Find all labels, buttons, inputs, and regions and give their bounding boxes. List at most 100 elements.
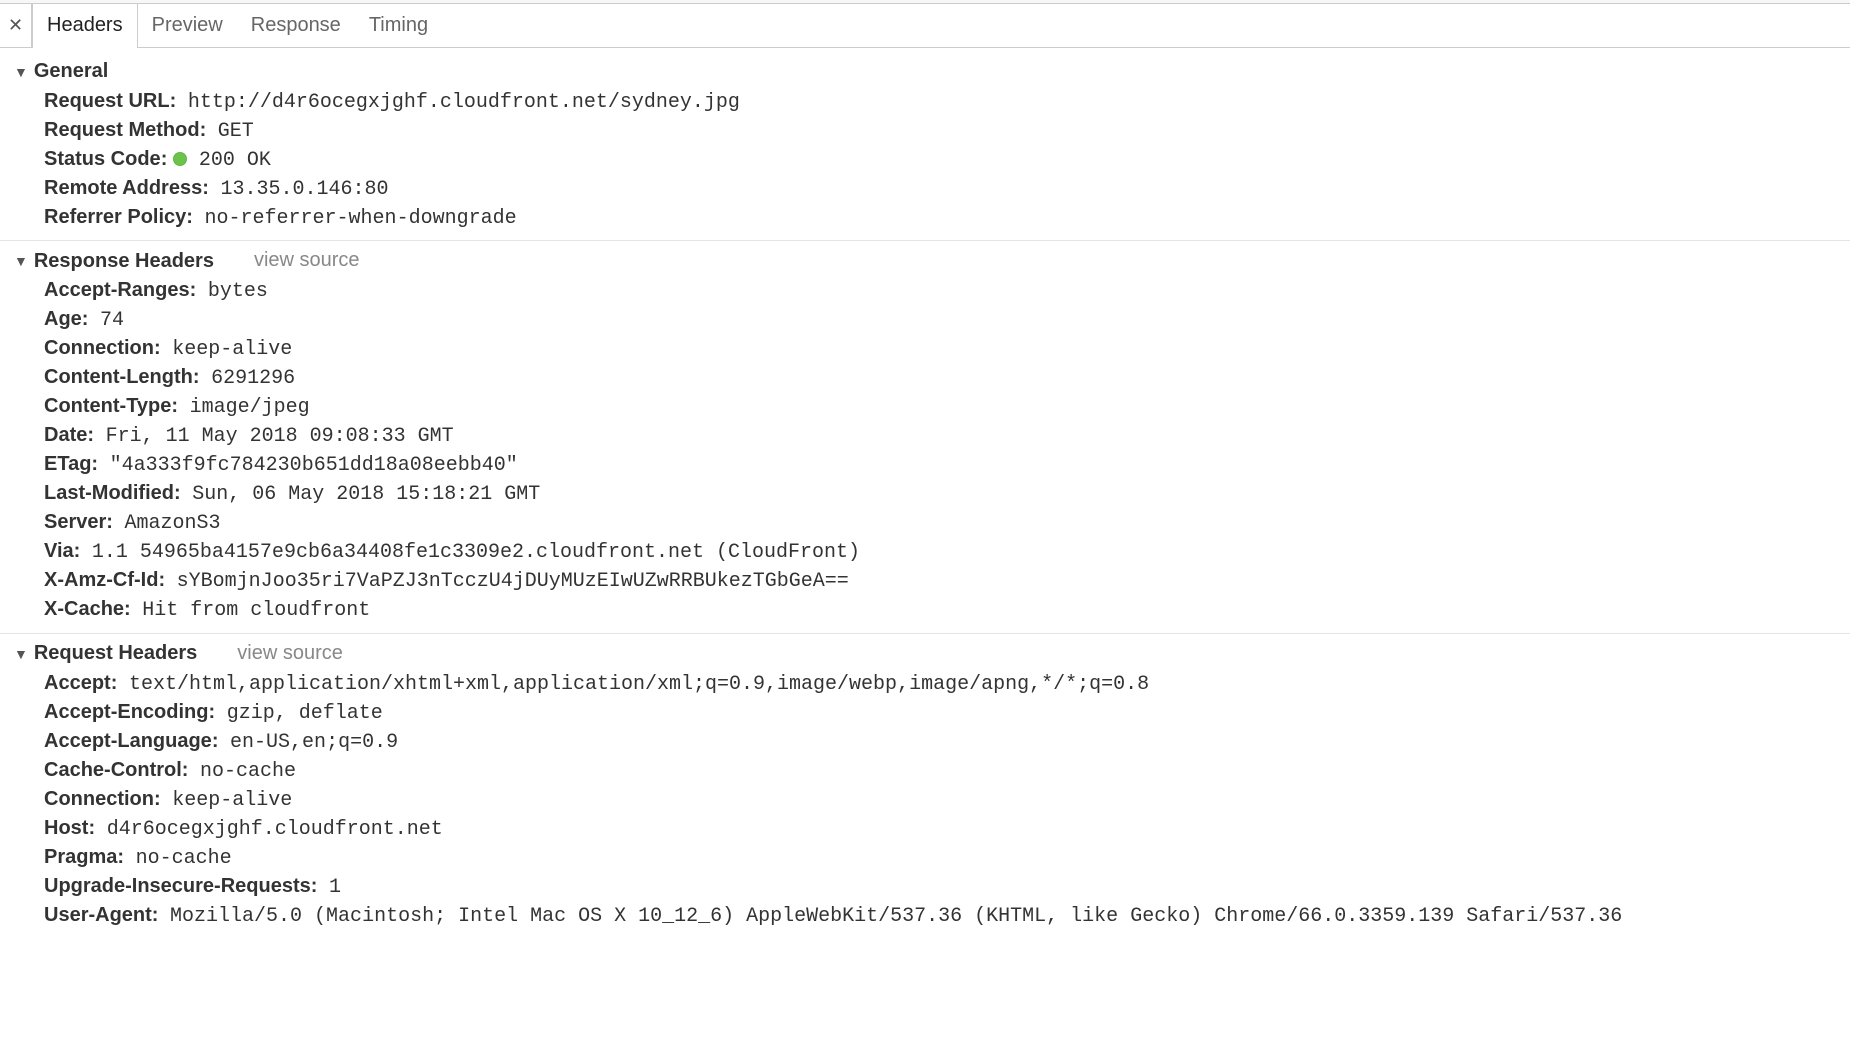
tab-headers[interactable]: Headers bbox=[32, 4, 138, 47]
header-value: Fri, 11 May 2018 09:08:33 GMT bbox=[106, 425, 454, 448]
header-label: Content-Type bbox=[44, 395, 178, 417]
header-label: Accept bbox=[44, 672, 117, 694]
header-row: User-Agent Mozilla/5.0 (Macintosh; Intel… bbox=[44, 901, 1850, 930]
header-value: "4a333f9fc784230b651dd18a08eebb40" bbox=[110, 454, 518, 477]
header-row: Status Code 200 OK bbox=[44, 145, 1850, 174]
header-label: X-Cache bbox=[44, 598, 131, 620]
header-label: Remote Address bbox=[44, 177, 209, 199]
header-label: Content-Length bbox=[44, 366, 200, 388]
header-value: en-US,en;q=0.9 bbox=[230, 731, 398, 754]
tab-timing[interactable]: Timing bbox=[355, 4, 442, 47]
section-header-general[interactable]: ▼ General bbox=[0, 58, 1850, 87]
header-row: Content-Type image/jpeg bbox=[44, 393, 1850, 422]
header-value: Hit from cloudfront bbox=[142, 599, 370, 622]
view-source-link[interactable]: view source bbox=[254, 249, 360, 272]
header-value: d4r6ocegxjghf.cloudfront.net bbox=[107, 818, 443, 841]
header-value: Mozilla/5.0 (Macintosh; Intel Mac OS X 1… bbox=[170, 905, 1622, 928]
header-row: Accept-Encoding gzip, deflate bbox=[44, 698, 1850, 727]
header-label: Host bbox=[44, 817, 95, 839]
section-header-request-headers[interactable]: ▼ Request Headers view source bbox=[0, 640, 1850, 670]
header-value: 1 bbox=[329, 876, 341, 899]
header-row: Last-Modified Sun, 06 May 2018 15:18:21 … bbox=[44, 480, 1850, 509]
header-value: AmazonS3 bbox=[125, 512, 221, 535]
header-row: Accept text/html,application/xhtml+xml,a… bbox=[44, 669, 1850, 698]
header-value: text/html,application/xhtml+xml,applicat… bbox=[129, 673, 1149, 696]
disclosure-triangle-icon: ▼ bbox=[14, 646, 28, 662]
header-label: Age bbox=[44, 308, 88, 330]
status-dot-icon bbox=[173, 152, 187, 166]
header-label: Upgrade-Insecure-Requests bbox=[44, 875, 317, 897]
header-value: keep-alive bbox=[172, 338, 292, 361]
header-row: Remote Address 13.35.0.146:80 bbox=[44, 174, 1850, 203]
header-row: Referrer Policy no-referrer-when-downgra… bbox=[44, 203, 1850, 232]
section-response-headers: ▼ Response Headers view source Accept-Ra… bbox=[0, 241, 1850, 634]
tab-bar: ✕ Headers Preview Response Timing bbox=[0, 4, 1850, 48]
header-value: bytes bbox=[208, 280, 268, 303]
header-row: Request Method GET bbox=[44, 116, 1850, 145]
header-label: Cache-Control bbox=[44, 759, 188, 781]
header-row: Upgrade-Insecure-Requests 1 bbox=[44, 872, 1850, 901]
header-value: no-referrer-when-downgrade bbox=[205, 207, 517, 230]
header-row: Accept-Language en-US,en;q=0.9 bbox=[44, 727, 1850, 756]
header-label: Last-Modified bbox=[44, 482, 181, 504]
header-value: gzip, deflate bbox=[227, 702, 383, 725]
header-label: Accept-Encoding bbox=[44, 701, 215, 723]
kv-list-response-headers: Accept-Ranges bytesAge 74Connection keep… bbox=[0, 277, 1850, 625]
close-icon[interactable]: ✕ bbox=[0, 4, 32, 47]
section-header-response-headers[interactable]: ▼ Response Headers view source bbox=[0, 247, 1850, 277]
headers-content: ▼ General Request URL http://d4r6ocegxjg… bbox=[0, 48, 1850, 948]
section-title-text: Response Headers bbox=[34, 250, 214, 273]
header-row: Age 74 bbox=[44, 306, 1850, 335]
header-row: Cache-Control no-cache bbox=[44, 756, 1850, 785]
header-row: Via 1.1 54965ba4157e9cb6a34408fe1c3309e2… bbox=[44, 538, 1850, 567]
disclosure-triangle-icon: ▼ bbox=[14, 64, 28, 80]
header-row: Server AmazonS3 bbox=[44, 509, 1850, 538]
header-label: Server bbox=[44, 511, 113, 533]
header-label: Date bbox=[44, 424, 94, 446]
header-label: Status Code bbox=[44, 148, 167, 170]
header-row: Content-Length 6291296 bbox=[44, 364, 1850, 393]
section-request-headers: ▼ Request Headers view source Accept tex… bbox=[0, 634, 1850, 939]
header-value: GET bbox=[218, 120, 254, 143]
header-label: Connection bbox=[44, 788, 161, 810]
header-value: 200 OK bbox=[199, 149, 271, 172]
header-row: Host d4r6ocegxjghf.cloudfront.net bbox=[44, 814, 1850, 843]
header-label: Accept-Language bbox=[44, 730, 218, 752]
header-row: Pragma no-cache bbox=[44, 843, 1850, 872]
header-value: no-cache bbox=[136, 847, 232, 870]
section-title-text: General bbox=[34, 60, 108, 83]
header-row: Accept-Ranges bytes bbox=[44, 277, 1850, 306]
header-value: no-cache bbox=[200, 760, 296, 783]
header-label: ETag bbox=[44, 453, 98, 475]
header-row: Connection keep-alive bbox=[44, 785, 1850, 814]
header-row: X-Amz-Cf-Id sYBomjnJoo35ri7VaPZJ3nTcczU4… bbox=[44, 567, 1850, 596]
header-label: Connection bbox=[44, 337, 161, 359]
header-row: Connection keep-alive bbox=[44, 335, 1850, 364]
header-label: X-Amz-Cf-Id bbox=[44, 569, 165, 591]
header-label: Via bbox=[44, 540, 80, 562]
header-value: image/jpeg bbox=[190, 396, 310, 419]
section-title-text: Request Headers bbox=[34, 642, 197, 665]
disclosure-triangle-icon: ▼ bbox=[14, 253, 28, 269]
header-label: Accept-Ranges bbox=[44, 279, 196, 301]
header-row: Date Fri, 11 May 2018 09:08:33 GMT bbox=[44, 422, 1850, 451]
header-value: 13.35.0.146:80 bbox=[220, 178, 388, 201]
header-value: Sun, 06 May 2018 15:18:21 GMT bbox=[192, 483, 540, 506]
header-value: 6291296 bbox=[211, 367, 295, 390]
header-label: Request Method bbox=[44, 119, 206, 141]
kv-list-request-headers: Accept text/html,application/xhtml+xml,a… bbox=[0, 669, 1850, 930]
header-label: Referrer Policy bbox=[44, 206, 193, 228]
header-value: 74 bbox=[100, 309, 124, 332]
header-value: 1.1 54965ba4157e9cb6a34408fe1c3309e2.clo… bbox=[92, 541, 860, 564]
tab-preview[interactable]: Preview bbox=[138, 4, 237, 47]
header-value: keep-alive bbox=[172, 789, 292, 812]
header-value: http://d4r6ocegxjghf.cloudfront.net/sydn… bbox=[188, 91, 740, 114]
kv-list-general: Request URL http://d4r6ocegxjghf.cloudfr… bbox=[0, 87, 1850, 232]
header-label: Pragma bbox=[44, 846, 124, 868]
header-value: sYBomjnJoo35ri7VaPZJ3nTcczU4jDUyMUzEIwUZ… bbox=[177, 570, 849, 593]
header-label: User-Agent bbox=[44, 904, 158, 926]
header-row: ETag "4a333f9fc784230b651dd18a08eebb40" bbox=[44, 451, 1850, 480]
tab-response[interactable]: Response bbox=[237, 4, 355, 47]
header-row: Request URL http://d4r6ocegxjghf.cloudfr… bbox=[44, 87, 1850, 116]
view-source-link[interactable]: view source bbox=[237, 642, 343, 665]
